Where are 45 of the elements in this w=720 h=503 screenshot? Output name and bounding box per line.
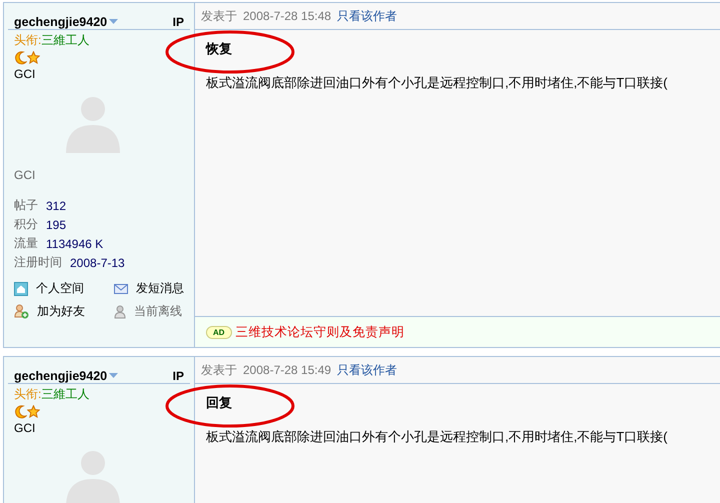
envelope-icon xyxy=(114,282,128,294)
post-date: 2008-7-28 15:48 xyxy=(243,9,332,23)
stat-value: 312 xyxy=(46,198,66,212)
online-status: 当前离线 xyxy=(114,303,194,320)
rank-label: GCI xyxy=(14,421,36,435)
profile-link[interactable]: 发短消息 xyxy=(114,280,194,297)
post-subject: 回复 xyxy=(206,394,233,412)
ip-label: IP xyxy=(172,369,184,383)
title-label: 头衔: xyxy=(14,33,42,47)
ip-label: IP xyxy=(172,15,184,29)
forum-rules-link[interactable]: 三维技术论坛守则及免责声明 xyxy=(236,324,405,340)
username-link[interactable]: gechengjie9420 xyxy=(14,15,118,29)
author-only-link[interactable]: 只看该作者 xyxy=(337,362,398,378)
stat-value: 2008-7-13 xyxy=(70,256,125,270)
stat-value: 1134946 K xyxy=(46,236,104,250)
star-icon xyxy=(27,51,40,64)
author-only-link[interactable]: 只看该作者 xyxy=(337,8,398,24)
moon-icon xyxy=(14,51,27,65)
posted-label: 发表于 xyxy=(201,362,237,378)
add-user-icon xyxy=(14,304,29,319)
profile-link[interactable]: 加为好友 xyxy=(14,303,114,320)
stat-label: 帖子 xyxy=(14,197,38,214)
ad-badge: AD xyxy=(206,326,232,338)
home-icon xyxy=(14,282,28,296)
stat-label: 流量 xyxy=(14,235,38,252)
star-icon xyxy=(27,405,40,418)
posted-label: 发表于 xyxy=(201,8,237,24)
moon-icon xyxy=(14,405,27,419)
user-group: GCI xyxy=(14,168,184,182)
rank-label: GCI xyxy=(14,67,36,81)
user-offline-icon xyxy=(114,304,126,318)
profile-link[interactable]: 个人空间 xyxy=(14,280,114,297)
user-title: 三維工人 xyxy=(41,33,90,47)
title-label: 头衔: xyxy=(14,387,42,401)
stat-value: 195 xyxy=(46,218,66,232)
stat-label: 注册时间 xyxy=(14,254,62,271)
post-date: 2008-7-28 15:49 xyxy=(243,363,332,377)
username-link[interactable]: gechengjie9420 xyxy=(14,369,118,383)
dropdown-caret-icon[interactable] xyxy=(109,19,118,25)
post-body: 板式溢流阀底部除进回油口外有个小孔是远程控制口,不用时堵住,不能与T口联接( xyxy=(206,74,668,92)
stat-label: 积分 xyxy=(14,216,38,233)
user-title: 三維工人 xyxy=(41,387,90,401)
dropdown-caret-icon[interactable] xyxy=(109,373,118,379)
post-subject: 恢复 xyxy=(206,40,233,58)
post-body: 板式溢流阀底部除进回油口外有个小孔是远程控制口,不用时堵住,不能与T口联接( xyxy=(206,428,668,446)
